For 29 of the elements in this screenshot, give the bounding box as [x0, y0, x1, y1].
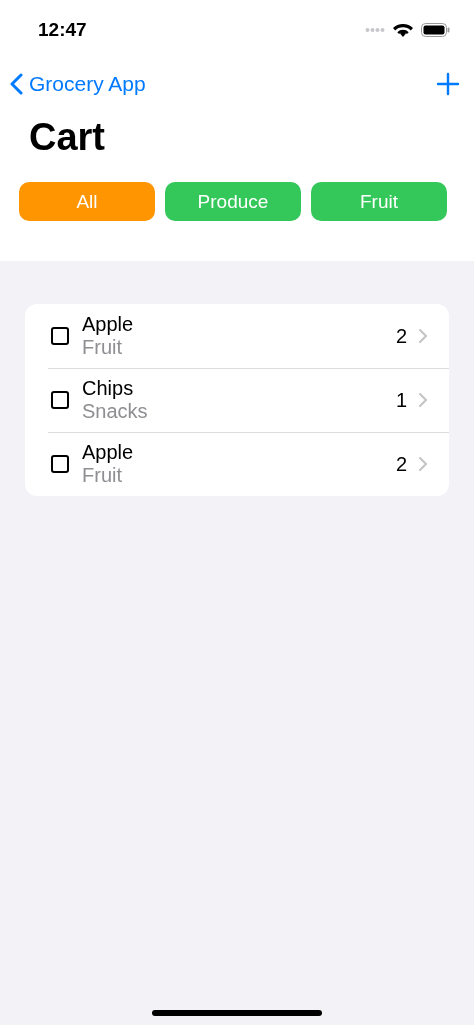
status-time: 12:47	[38, 19, 87, 41]
signal-icon	[365, 27, 385, 33]
item-name: Chips	[82, 377, 135, 400]
page-title: Cart	[29, 116, 107, 159]
cart-row[interactable]: Apple Fruit 2	[25, 304, 449, 368]
filter-tab[interactable]: Produce	[165, 182, 301, 221]
item-quantity: 2	[395, 452, 407, 476]
item-name: Apple	[82, 441, 135, 464]
checkbox[interactable]	[51, 327, 69, 345]
item-name: Apple	[82, 313, 135, 336]
checkbox[interactable]	[51, 455, 69, 473]
item-category: Fruit	[82, 464, 123, 487]
chevron-left-icon	[10, 73, 23, 95]
item-category: Snacks	[82, 400, 149, 423]
filter-tab[interactable]: Fruit	[311, 182, 447, 221]
add-button[interactable]	[436, 72, 460, 96]
chevron-icon	[419, 329, 427, 343]
cart-row[interactable]: Apple Fruit 2	[25, 432, 449, 496]
wifi-icon	[393, 22, 413, 38]
cart-row[interactable]: Chips Snacks 1	[25, 368, 449, 432]
item-quantity: 1	[395, 388, 407, 412]
item-quantity: 2	[395, 324, 407, 348]
item-category: Fruit	[82, 336, 123, 359]
chevron-icon	[419, 393, 427, 407]
back-button[interactable]: Grocery App	[10, 72, 146, 96]
filter-tab[interactable]: All	[19, 182, 155, 221]
battery-icon	[421, 23, 450, 37]
chevron-icon	[419, 457, 427, 471]
checkbox[interactable]	[51, 391, 69, 409]
